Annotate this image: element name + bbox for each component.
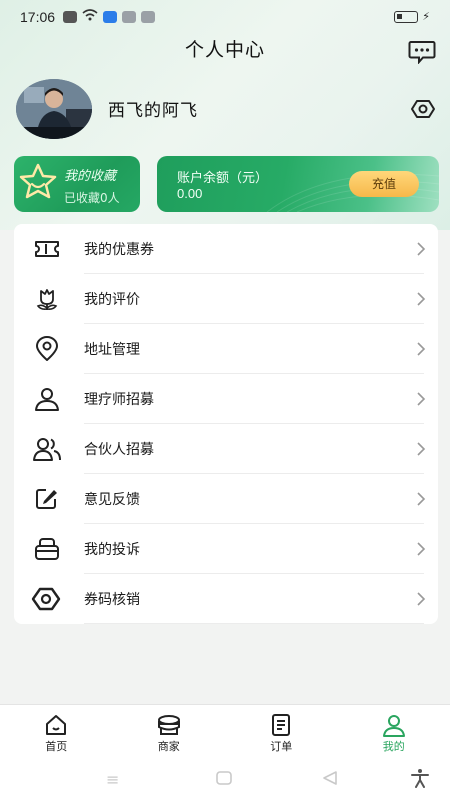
tab-mine[interactable]: 我的 bbox=[338, 705, 450, 758]
wifi-icon bbox=[82, 9, 98, 25]
favorites-count: 已收藏0人 bbox=[64, 191, 120, 205]
app-notification-icon-2 bbox=[122, 11, 137, 23]
order-icon bbox=[272, 714, 291, 736]
app-notification-icon-3 bbox=[141, 11, 156, 23]
menu-item-label: 意见反馈 bbox=[84, 492, 140, 508]
menu-item-therapist-recruit[interactable]: 理疗师招募 bbox=[14, 374, 438, 424]
tab-merchant[interactable]: 商家 bbox=[113, 705, 226, 758]
hexagon-icon bbox=[31, 587, 61, 611]
menu-item-address[interactable]: 地址管理 bbox=[14, 324, 438, 374]
location-pin-icon bbox=[36, 336, 58, 361]
menu-item-reviews[interactable]: 我的评价 bbox=[14, 274, 438, 324]
app-notification-icon bbox=[103, 11, 118, 23]
status-time: 17:06 bbox=[20, 9, 56, 25]
charging-icon: ⚡ bbox=[422, 10, 430, 23]
chevron-right-icon bbox=[417, 542, 426, 556]
menu-item-coupon-verify[interactable]: 券码核销 bbox=[14, 574, 438, 624]
tab-label: 商家 bbox=[157, 740, 180, 753]
star-face-icon bbox=[19, 163, 57, 199]
balance-card[interactable]: 账户余额（元） 0.00 充值 bbox=[157, 156, 439, 212]
home-square-icon[interactable] bbox=[216, 770, 232, 789]
user-icon bbox=[382, 715, 405, 737]
chevron-right-icon bbox=[417, 592, 426, 606]
menu-item-label: 地址管理 bbox=[84, 342, 140, 358]
menu-item-feedback[interactable]: 意见反馈 bbox=[14, 474, 438, 524]
menu-item-label: 我的评价 bbox=[84, 292, 140, 308]
recharge-button[interactable]: 充值 bbox=[349, 171, 419, 197]
message-notification-icon bbox=[63, 11, 78, 23]
people-icon bbox=[33, 438, 61, 461]
eye-icon bbox=[411, 100, 435, 118]
home-icon bbox=[46, 715, 67, 735]
balance-label: 账户余额（元） bbox=[177, 171, 269, 186]
eye-toggle-button[interactable] bbox=[410, 98, 436, 120]
menu-item-label: 理疗师招募 bbox=[84, 392, 154, 408]
tab-home[interactable]: 首页 bbox=[0, 705, 113, 758]
review-flower-icon bbox=[36, 289, 58, 310]
divider bbox=[84, 623, 424, 624]
chevron-right-icon bbox=[417, 342, 426, 356]
complaint-icon bbox=[35, 538, 59, 560]
menu-item-label: 合伙人招募 bbox=[84, 442, 154, 458]
tab-label: 我的 bbox=[382, 740, 405, 753]
chevron-right-icon bbox=[417, 242, 426, 256]
person-icon bbox=[35, 388, 59, 411]
back-triangle-icon[interactable] bbox=[322, 770, 338, 789]
chevron-right-icon bbox=[417, 292, 426, 306]
menu-item-label: 我的优惠券 bbox=[84, 242, 154, 258]
menu-item-label: 券码核销 bbox=[84, 592, 140, 608]
username[interactable]: 西飞的阿飞 bbox=[108, 96, 198, 121]
status-bar: 17:06 ⚡ bbox=[0, 0, 450, 34]
accessibility-icon[interactable] bbox=[410, 768, 430, 792]
menu-lines-icon[interactable]: ≡ bbox=[106, 770, 119, 789]
chevron-right-icon bbox=[417, 392, 426, 406]
system-navigation-bar: ≡ bbox=[0, 758, 450, 800]
bottom-tab-bar: 首页 商家 订单 我的 bbox=[0, 704, 450, 758]
chevron-right-icon bbox=[417, 492, 426, 506]
menu-item-coupons[interactable]: 我的优惠券 bbox=[14, 224, 438, 274]
message-button[interactable] bbox=[408, 40, 436, 65]
page-header: 个人中心 bbox=[0, 34, 450, 74]
page-title: 个人中心 bbox=[184, 39, 265, 61]
avatar[interactable] bbox=[16, 79, 92, 139]
menu-item-label: 我的投诉 bbox=[84, 542, 140, 558]
tab-label: 首页 bbox=[45, 740, 68, 753]
favorites-title: 我的收藏 bbox=[64, 169, 117, 184]
menu-item-partner-recruit[interactable]: 合伙人招募 bbox=[14, 424, 438, 474]
chevron-right-icon bbox=[417, 442, 426, 456]
menu-list: 我的优惠券 我的评价 地址管理 理疗师招募 合伙人招募 意见反馈 我的投诉 券码… bbox=[14, 224, 438, 624]
coupon-icon bbox=[35, 241, 59, 257]
menu-item-complaints[interactable]: 我的投诉 bbox=[14, 524, 438, 574]
tab-orders[interactable]: 订单 bbox=[225, 705, 338, 758]
favorites-card[interactable]: 我的收藏 已收藏0人 bbox=[14, 156, 140, 212]
battery-icon bbox=[394, 10, 419, 23]
chat-bubble-icon bbox=[408, 41, 436, 65]
merchant-icon bbox=[157, 715, 180, 735]
edit-icon bbox=[36, 489, 57, 509]
balance-value: 0.00 bbox=[177, 186, 203, 201]
tab-label: 订单 bbox=[270, 740, 293, 753]
